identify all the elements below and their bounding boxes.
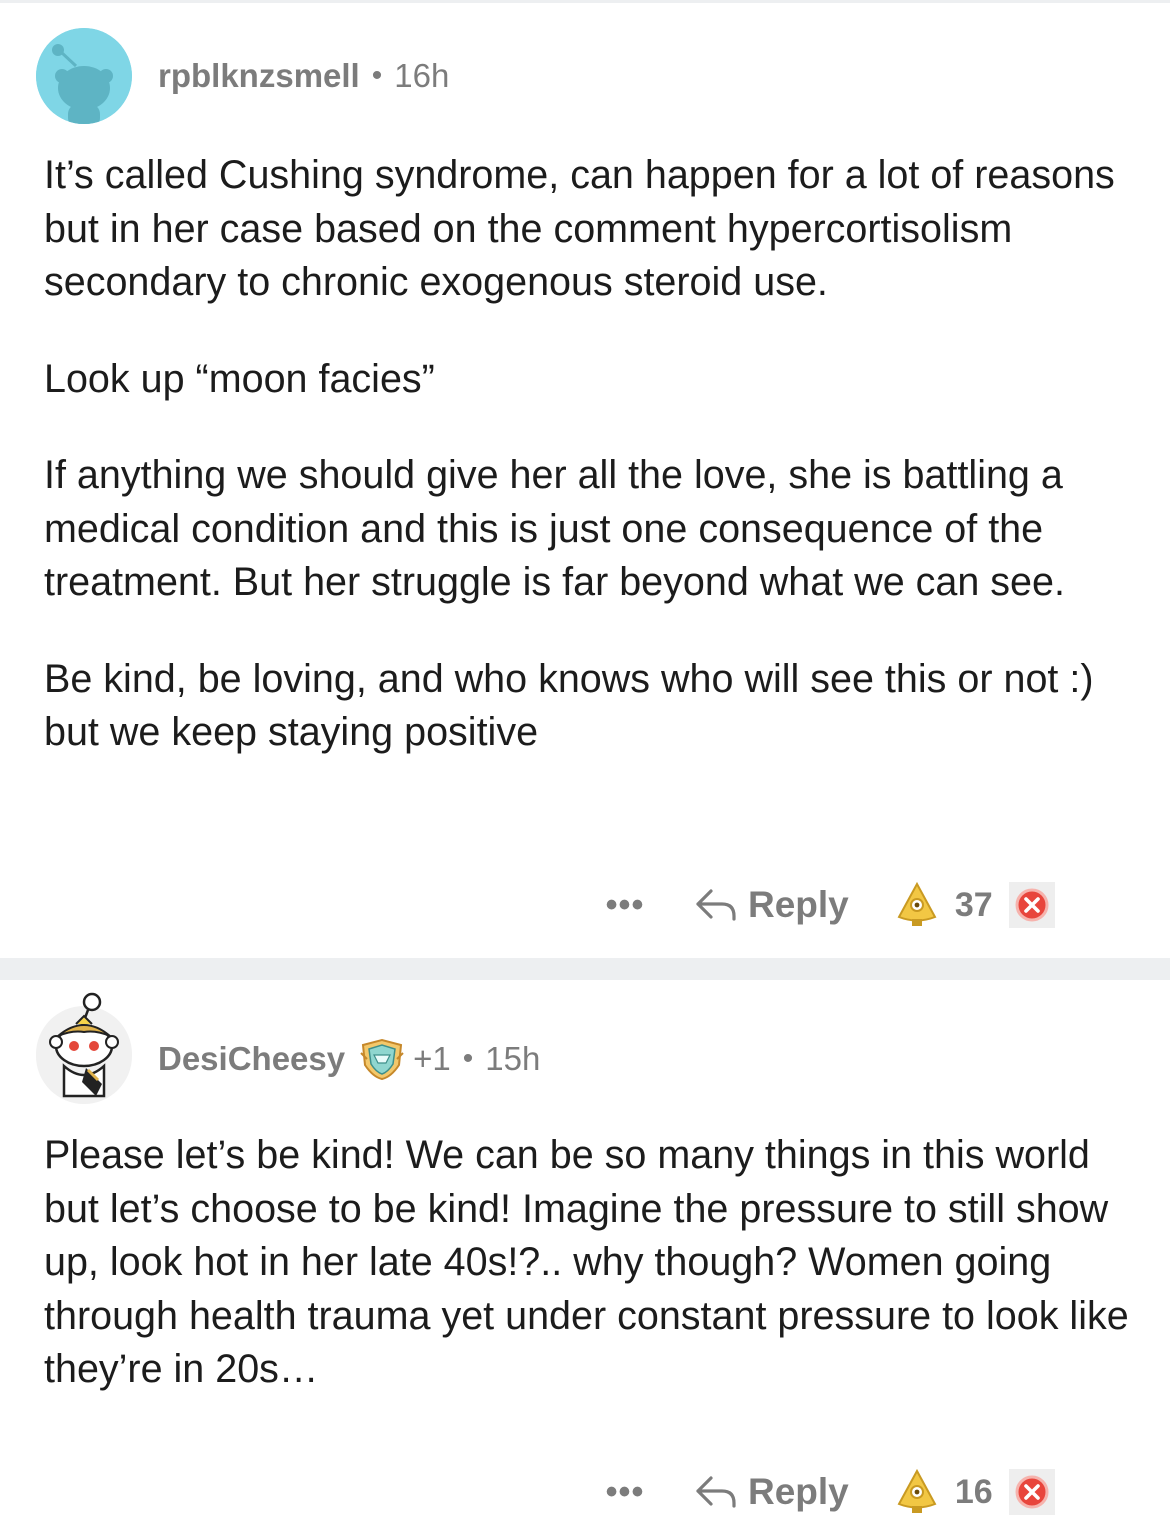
vote-score: 16	[954, 1472, 993, 1511]
comment-meta: rpblknzsmell • 16h	[158, 56, 449, 96]
more-options-button[interactable]: •••	[600, 888, 650, 922]
snoo-avatar-icon[interactable]	[36, 28, 132, 124]
comment-paragraph: Look up “moon facies”	[44, 356, 435, 401]
timestamp: 16h	[394, 57, 450, 94]
comment-body: It’s called Cushing syndrome, can happen…	[44, 149, 1134, 760]
downvote-icon[interactable]	[1008, 1469, 1055, 1515]
separator-dot: •	[371, 59, 383, 92]
comment-paragraph: Please let’s be kind! We can be so many …	[44, 1133, 1129, 1391]
comment: rpblknzsmell • 16h It’s called Cushing s…	[0, 0, 1170, 958]
reply-label: Reply	[748, 1471, 849, 1512]
comment-paragraph: If anything we should give her all the l…	[44, 453, 1065, 604]
achievement-badge-icon	[360, 1038, 404, 1081]
comment: DesiCheesy +1 • 15h Please let’s be kind…	[0, 980, 1170, 1530]
separator-dot: •	[462, 1042, 474, 1075]
karma-count: +1	[413, 1040, 451, 1077]
comment-body: Please let’s be kind! We can be so many …	[44, 1129, 1134, 1397]
username[interactable]: DesiCheesy	[158, 1040, 345, 1078]
reply-arrow-icon	[696, 1476, 736, 1508]
reply-arrow-icon	[696, 889, 736, 921]
comment-paragraph: Be kind, be loving, and who knows who wi…	[44, 656, 1094, 755]
upvote-award-icon[interactable]	[895, 1468, 939, 1516]
downvote-icon[interactable]	[1008, 882, 1055, 928]
comment-meta: DesiCheesy +1 • 15h	[158, 1036, 540, 1082]
comment-paragraph: It’s called Cushing syndrome, can happen…	[44, 153, 1115, 304]
reply-label: Reply	[748, 884, 849, 925]
comment-actions: ••• Reply 37	[600, 875, 1055, 935]
more-options-button[interactable]: •••	[600, 1475, 650, 1509]
vote-score: 37	[954, 885, 993, 924]
username[interactable]: rpblknzsmell	[158, 57, 360, 95]
reply-button[interactable]: Reply	[694, 1471, 849, 1513]
snoo-costume-avatar-icon[interactable]	[36, 992, 132, 1104]
comment-actions: ••• Reply 16	[600, 1462, 1055, 1522]
comment-divider	[0, 958, 1170, 980]
upvote-award-icon[interactable]	[895, 881, 939, 929]
reply-button[interactable]: Reply	[694, 884, 849, 926]
timestamp: 15h	[485, 1040, 541, 1077]
